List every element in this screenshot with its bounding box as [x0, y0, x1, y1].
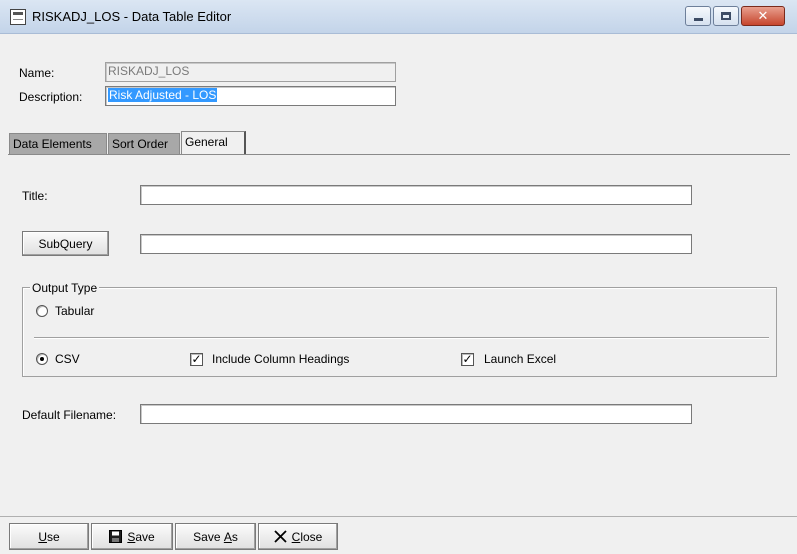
default-filename-label: Default Filename:: [22, 408, 117, 422]
title-bar: RISKADJ_LOS - Data Table Editor ✕: [0, 0, 797, 34]
subquery-button[interactable]: SubQuery: [22, 231, 109, 256]
save-as-button[interactable]: Save As: [175, 523, 256, 550]
save-label: ave: [135, 529, 155, 544]
tab-general[interactable]: General: [181, 131, 246, 154]
launch-excel-checkbox[interactable]: ✓: [461, 353, 474, 366]
name-field: RISKADJ_LOS: [105, 62, 396, 82]
save-as-prefix: Save: [193, 529, 224, 544]
launch-excel-label: Launch Excel: [484, 352, 557, 366]
title-field[interactable]: [140, 185, 692, 205]
window-title: RISKADJ_LOS - Data Table Editor: [32, 9, 232, 24]
output-type-legend: Output Type: [30, 281, 100, 295]
save-as-label: s: [231, 529, 238, 544]
close-icon: ✕: [757, 8, 769, 24]
tab-sort-order[interactable]: Sort Order: [108, 133, 180, 154]
close-mnemonic: C: [291, 529, 301, 544]
floppy-disk-icon: [109, 530, 123, 543]
csv-label: CSV: [55, 352, 80, 366]
table-icon: [10, 9, 26, 25]
close-label: lose: [300, 529, 323, 544]
use-mnemonic: U: [38, 529, 47, 544]
minimize-icon: [693, 18, 703, 21]
default-filename-field[interactable]: [140, 404, 692, 424]
x-icon: [274, 530, 287, 543]
maximize-button[interactable]: [713, 6, 739, 26]
save-button[interactable]: Save: [91, 523, 173, 550]
csv-radio[interactable]: [36, 353, 48, 365]
save-mnemonic: S: [127, 529, 136, 544]
tab-divider: [8, 154, 790, 155]
close-window-button[interactable]: ✕: [741, 6, 785, 26]
description-value: Risk Adjusted - LOS: [108, 88, 218, 102]
tabular-radio[interactable]: [36, 305, 48, 317]
use-button[interactable]: Use: [9, 523, 89, 550]
subquery-field[interactable]: [140, 234, 692, 254]
description-label: Description:: [19, 90, 83, 104]
include-headings-label: Include Column Headings: [212, 352, 350, 366]
output-type-group: [22, 287, 777, 377]
name-label: Name:: [19, 66, 55, 80]
tabular-label: Tabular: [55, 304, 95, 318]
minimize-button[interactable]: [685, 6, 711, 26]
close-button[interactable]: Close: [258, 523, 338, 550]
tab-data-elements[interactable]: Data Elements: [9, 133, 107, 154]
group-separator: [34, 337, 769, 339]
title-label: Title:: [22, 189, 48, 203]
description-field[interactable]: Risk Adjusted - LOS: [105, 86, 396, 106]
toolbar-divider: [0, 516, 797, 517]
save-as-mnemonic: A: [223, 529, 232, 544]
use-label: se: [46, 529, 60, 544]
include-headings-checkbox[interactable]: ✓: [190, 353, 203, 366]
maximize-icon: [721, 12, 731, 20]
